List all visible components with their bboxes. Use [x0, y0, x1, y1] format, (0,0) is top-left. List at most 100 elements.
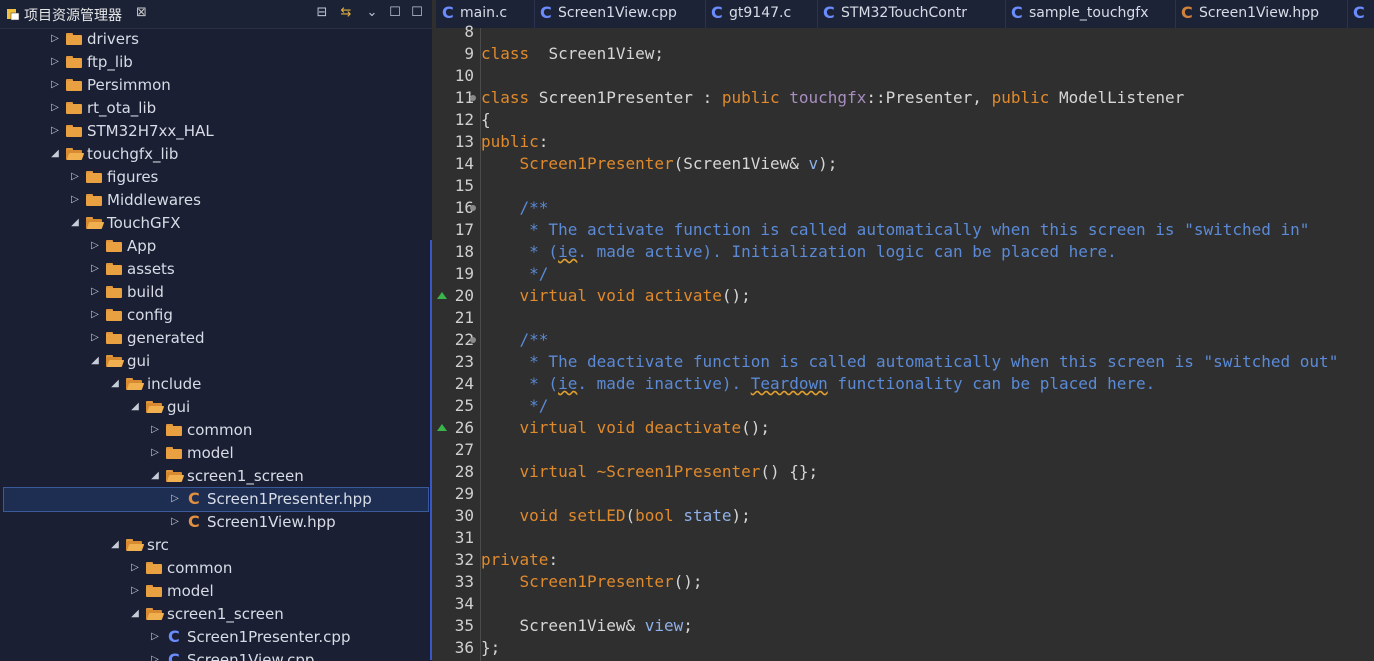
maximize-icon[interactable]: ☐ — [408, 4, 426, 22]
collapsed-arrow-icon[interactable]: ▷ — [70, 192, 80, 208]
tree-folder[interactable]: ▷ rt_ota_lib — [0, 97, 432, 120]
code-line: Screen1Presenter(Screen1View& v); — [519, 154, 838, 173]
code-line: { — [481, 110, 491, 129]
tree-item-label: common — [167, 559, 233, 577]
collapsed-arrow-icon[interactable]: ▷ — [70, 169, 80, 185]
editor-tab[interactable]: Cgt9147.c — [705, 0, 818, 28]
tree-item-label: screen1_screen — [187, 467, 304, 485]
expanded-arrow-icon[interactable]: ◢ — [50, 146, 60, 162]
close-icon[interactable]: ⊠ — [136, 5, 147, 20]
collapsed-arrow-icon[interactable]: ▷ — [170, 491, 180, 507]
project-explorer: 项目资源管理器 ⊠ ⊟ ⇆ ⌄ ☐ ☐ ▷ drivers ▷ ftp_lib ▷ Per… — [0, 0, 432, 661]
tree-folder[interactable]: ▷ Middlewares — [0, 189, 432, 212]
collapsed-arrow-icon[interactable]: ▷ — [90, 261, 100, 277]
expanded-arrow-icon[interactable]: ◢ — [130, 399, 140, 415]
collapsed-arrow-icon[interactable]: ▷ — [50, 123, 60, 139]
scrollbar[interactable] — [430, 240, 432, 660]
tree-folder[interactable]: ▷ model — [0, 580, 432, 603]
expanded-arrow-icon[interactable]: ◢ — [90, 353, 100, 369]
code-line: class Screen1View; — [481, 44, 665, 63]
folder-open-icon — [126, 378, 145, 390]
collapsed-arrow-icon[interactable]: ▷ — [130, 583, 140, 599]
collapsed-arrow-icon[interactable]: ▷ — [150, 445, 160, 461]
tree-folder[interactable]: ▷ config — [0, 304, 432, 327]
collapsed-arrow-icon[interactable]: ▷ — [50, 31, 60, 47]
editor-tab[interactable]: C Screen1View.cpp — [534, 0, 706, 28]
tab-label: main.c — [460, 5, 508, 21]
tree-item-label: Screen1Presenter.hpp — [207, 490, 372, 508]
expanded-arrow-icon[interactable]: ◢ — [130, 606, 140, 622]
tree-folder[interactable]: ▷ figures — [0, 166, 432, 189]
folder-open-icon — [146, 608, 165, 620]
code-line: /** — [481, 330, 549, 349]
tree-folder[interactable]: ◢ src — [0, 534, 432, 557]
collapsed-arrow-icon[interactable]: ▷ — [90, 284, 100, 300]
tree-folder[interactable]: ▷ common — [0, 557, 432, 580]
tree-folder[interactable]: ◢ screen1_screen — [0, 603, 432, 626]
tree-folder[interactable]: ▷ Persimmon — [0, 74, 432, 97]
code-line: /** — [481, 198, 549, 217]
header-file-icon: C — [1181, 3, 1193, 22]
collapse-all-icon[interactable]: ⊟ — [313, 4, 331, 22]
tree-folder[interactable]: ▷ App — [0, 235, 432, 258]
code-line: * The deactivate function is called auto… — [481, 352, 1339, 371]
editor-tab[interactable]: C STM32TouchContr — [817, 0, 1006, 28]
collapsed-arrow-icon[interactable]: ▷ — [170, 514, 180, 530]
tree-item-label: Persimmon — [87, 76, 171, 94]
tree-file[interactable]: ▷ C Screen1View.hpp — [0, 511, 432, 534]
tree-folder[interactable]: ◢ gui — [0, 396, 432, 419]
fold-icon[interactable] — [470, 95, 476, 101]
expanded-arrow-icon[interactable]: ◢ — [150, 468, 160, 484]
tree-file[interactable]: ▷ C Screen1Presenter.hpp — [3, 487, 429, 512]
minimize-icon[interactable]: ☐ — [386, 4, 404, 22]
fold-icon[interactable] — [470, 205, 476, 211]
line-number: 22 — [454, 330, 474, 349]
tree-folder[interactable]: ◢ screen1_screen — [0, 465, 432, 488]
tree-folder[interactable]: ◢ TouchGFX — [0, 212, 432, 235]
fold-icon[interactable] — [470, 337, 476, 343]
tree-folder[interactable]: ◢ include — [0, 373, 432, 396]
tree-file[interactable]: ▷ C Screen1View.cpp — [0, 649, 432, 661]
collapsed-arrow-icon[interactable]: ▷ — [90, 238, 100, 254]
tree-folder[interactable]: ◢ touchgfx_lib — [0, 143, 432, 166]
tree-folder[interactable]: ▷ ftp_lib — [0, 51, 432, 74]
tree-folder[interactable]: ▷ drivers — [0, 28, 432, 51]
tree-folder[interactable]: ▷ common — [0, 419, 432, 442]
editor-tab[interactable]: C Screen1View.hpp — [1175, 0, 1348, 28]
tree-item-label: TouchGFX — [107, 214, 181, 232]
tree-file[interactable]: ▷ C Screen1Presenter.cpp — [0, 626, 432, 649]
link-with-editor-icon[interactable]: ⇆ — [337, 4, 355, 22]
collapsed-arrow-icon[interactable]: ▷ — [50, 54, 60, 70]
code-line: virtual ~Screen1Presenter() {}; — [519, 462, 819, 481]
tree-folder[interactable]: ▷ STM32H7xx_HAL — [0, 120, 432, 143]
view-menu-icon[interactable]: ⌄ — [363, 4, 381, 22]
code-line: public: — [481, 132, 549, 151]
tree-folder[interactable]: ▷ assets — [0, 258, 432, 281]
expanded-arrow-icon[interactable]: ◢ — [70, 215, 80, 231]
collapsed-arrow-icon[interactable]: ▷ — [150, 422, 160, 438]
source-file-icon: C — [823, 3, 835, 22]
editor-tab[interactable]: C — [1347, 0, 1374, 28]
override-marker-icon[interactable] — [437, 292, 447, 299]
collapsed-arrow-icon[interactable]: ▷ — [90, 307, 100, 323]
folder-open-icon — [66, 148, 85, 160]
code-line: }; — [481, 638, 501, 657]
tree-folder[interactable]: ▷ model — [0, 442, 432, 465]
code-area[interactable]: class Screen1View; class Screen1Presenter… — [481, 28, 1374, 661]
expanded-arrow-icon[interactable]: ◢ — [110, 376, 120, 392]
header-file-icon: C — [188, 512, 200, 531]
code-editor: Cmain.c C Screen1View.cpp Cgt9147.c C STM32To… — [436, 0, 1374, 661]
collapsed-arrow-icon[interactable]: ▷ — [50, 77, 60, 93]
collapsed-arrow-icon[interactable]: ▷ — [90, 330, 100, 346]
collapsed-arrow-icon[interactable]: ▷ — [150, 652, 160, 661]
tree-folder[interactable]: ▷ build — [0, 281, 432, 304]
collapsed-arrow-icon[interactable]: ▷ — [150, 629, 160, 645]
expanded-arrow-icon[interactable]: ◢ — [110, 537, 120, 553]
line-number: 30 — [454, 506, 474, 525]
override-marker-icon[interactable] — [437, 424, 447, 431]
collapsed-arrow-icon[interactable]: ▷ — [130, 560, 140, 576]
editor-tab[interactable]: Csample_touchgfx — [1005, 0, 1176, 28]
collapsed-arrow-icon[interactable]: ▷ — [50, 100, 60, 116]
tree-folder[interactable]: ◢ gui — [0, 350, 432, 373]
tree-folder[interactable]: ▷ generated — [0, 327, 432, 350]
